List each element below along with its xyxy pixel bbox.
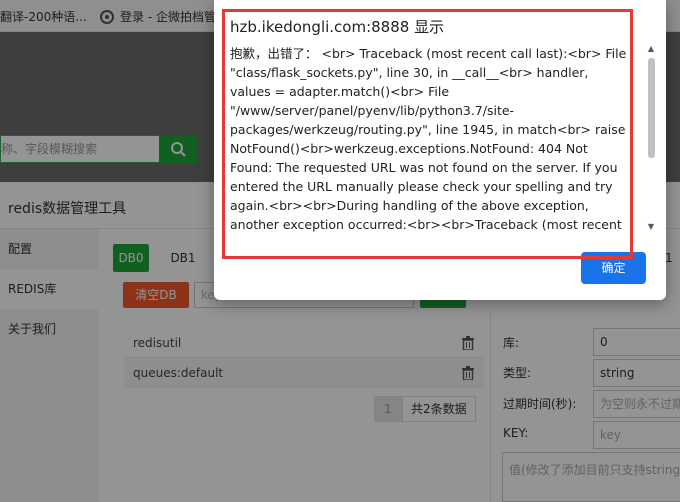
scroll-up-icon[interactable]: ▲ bbox=[646, 44, 656, 54]
ok-button[interactable]: 确定 bbox=[581, 252, 646, 284]
dialog-scrollbar[interactable]: ▲ ▼ bbox=[646, 44, 656, 232]
scroll-thumb[interactable] bbox=[648, 58, 655, 158]
scroll-down-icon[interactable]: ▼ bbox=[646, 222, 656, 232]
dialog-title: hzb.ikedongli.com:8888 显示 bbox=[230, 18, 445, 36]
dialog-message: 抱歉，出错了： <br> Traceback (most recent call… bbox=[230, 46, 627, 232]
alert-dialog: hzb.ikedongli.com:8888 显示 抱歉，出错了： <br> T… bbox=[214, 0, 666, 300]
